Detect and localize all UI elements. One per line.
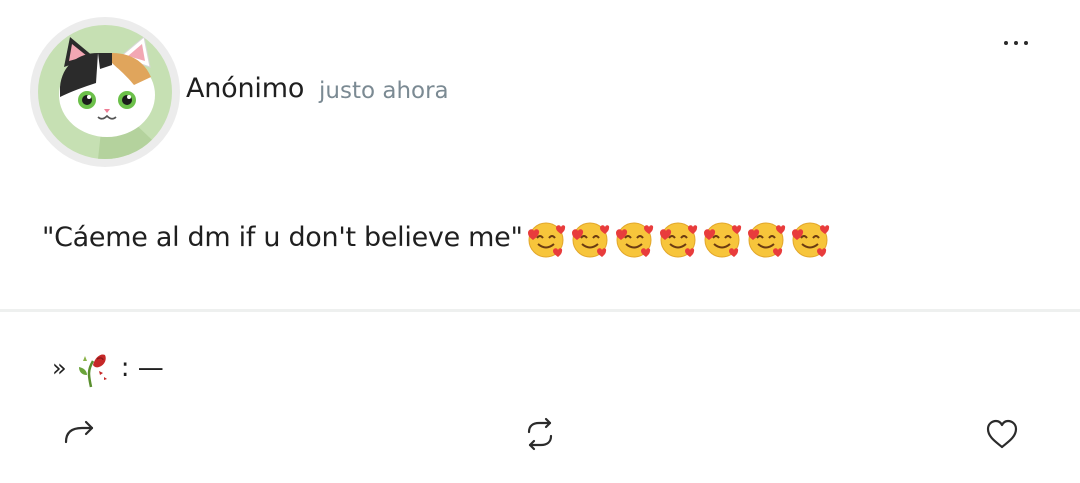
reply-text: : —	[120, 353, 164, 383]
post-timestamp: justo ahora	[319, 78, 449, 104]
cat-avatar-icon	[59, 36, 172, 159]
like-button[interactable]	[982, 414, 1022, 454]
share-arrow-icon	[64, 420, 94, 444]
smiling-face-with-hearts-emoji	[748, 222, 786, 258]
post-message: "Cáeme al dm if u don't believe me"	[42, 222, 523, 253]
divider	[0, 309, 1080, 312]
double-chevron-icon: »	[52, 354, 67, 382]
share-button[interactable]	[60, 414, 100, 454]
smiling-face-with-hearts-emoji	[616, 222, 654, 258]
avatar[interactable]	[30, 17, 180, 167]
avatar-image	[38, 25, 172, 159]
smiling-face-with-hearts-emoji	[704, 222, 742, 258]
emoji-group	[525, 219, 831, 261]
repost-button[interactable]	[520, 414, 560, 454]
smiling-face-with-hearts-emoji	[528, 222, 566, 258]
smiling-face-with-hearts-emoji	[660, 222, 698, 258]
smiling-face-with-hearts-emoji	[572, 222, 610, 258]
post-card: Anónimo justo ahora "Cáeme al dm if u do…	[0, 0, 1080, 483]
repost-icon	[527, 417, 553, 451]
reply-line: » : —	[52, 348, 164, 388]
wilted-flower-emoji	[78, 354, 107, 388]
heart-icon	[986, 419, 1018, 449]
smiling-face-with-hearts-emoji	[792, 222, 830, 258]
author-name[interactable]: Anónimo	[186, 73, 304, 104]
more-options-icon[interactable]	[996, 28, 1036, 58]
